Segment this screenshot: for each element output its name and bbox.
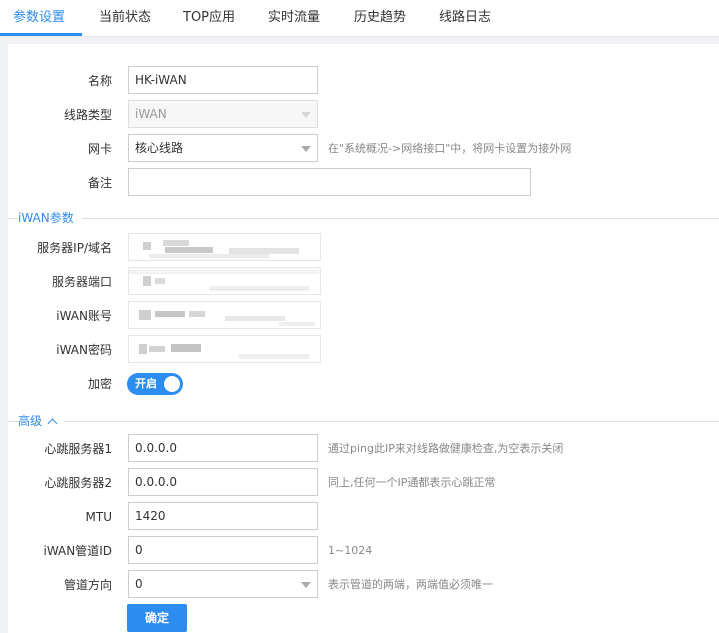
chevron-down-icon	[301, 146, 311, 152]
server-input-masked[interactable]	[128, 233, 321, 261]
name-input[interactable]: HK-iWAN	[128, 66, 318, 94]
nic-value: 核心线路	[135, 141, 184, 155]
direction-value: 0	[135, 577, 143, 591]
tab-line-log[interactable]: 线路日志	[439, 0, 491, 36]
encrypt-toggle-label: 开启	[135, 377, 157, 390]
chevron-down-icon	[301, 112, 311, 118]
password-label: iWAN密码	[56, 343, 112, 357]
heartbeat2-input[interactable]: 0.0.0.0	[128, 468, 318, 496]
tab-bar: 参数设置 当前状态 TOP应用 实时流量 历史趋势 线路日志	[0, 0, 719, 37]
advanced-section-header[interactable]: 高级	[8, 413, 719, 429]
section-divider	[8, 218, 719, 219]
toggle-knob	[164, 376, 180, 392]
iwan-section-header: iWAN参数	[8, 210, 719, 226]
tab-realtime-traffic[interactable]: 实时流量	[268, 0, 320, 36]
line-type-select: iWAN	[128, 100, 318, 128]
server-label: 服务器IP/域名	[37, 241, 112, 255]
password-input-masked[interactable]	[128, 335, 321, 363]
section-divider	[8, 421, 719, 422]
direction-select[interactable]: 0	[128, 570, 318, 598]
heartbeat2-hint: 同上,任何一个IP通都表示心跳正常	[328, 476, 496, 489]
mtu-label: MTU	[85, 510, 112, 524]
tunnel-id-input[interactable]: 0	[128, 536, 318, 564]
port-input-masked[interactable]	[128, 267, 321, 295]
tab-status[interactable]: 当前状态	[99, 0, 151, 36]
encrypt-toggle[interactable]: 开启	[127, 373, 183, 395]
heartbeat1-label: 心跳服务器1	[44, 442, 112, 456]
line-type-value: iWAN	[135, 107, 167, 121]
account-label: iWAN账号	[56, 309, 112, 323]
remark-label: 备注	[87, 176, 112, 190]
tab-top-apps[interactable]: TOP应用	[183, 0, 235, 36]
direction-label: 管道方向	[63, 578, 112, 592]
nic-hint: 在"系统概况->网络接口"中，将网卡设置为接外网	[328, 142, 572, 155]
active-tab-indicator	[0, 33, 82, 36]
advanced-title-text: 高级	[18, 414, 43, 428]
heartbeat1-input[interactable]: 0.0.0.0	[128, 434, 318, 462]
submit-button[interactable]: 确定	[127, 604, 187, 632]
chevron-up-icon	[47, 418, 58, 429]
advanced-section-title[interactable]: 高级	[18, 413, 65, 429]
account-input-masked[interactable]	[128, 301, 321, 329]
iwan-section-title: iWAN参数	[18, 210, 82, 226]
encrypt-label: 加密	[87, 377, 112, 391]
tab-params[interactable]: 参数设置	[13, 0, 65, 36]
nic-select[interactable]: 核心线路	[128, 134, 318, 162]
settings-panel: 名称 HK-iWAN 线路类型 iWAN 网卡 核心线路 在"系统概况->网络接…	[8, 44, 719, 633]
heartbeat1-hint: 通过ping此IP来对线路做健康检查,为空表示关闭	[328, 442, 564, 455]
tab-history-trend[interactable]: 历史趋势	[354, 0, 406, 36]
port-label: 服务器端口	[51, 275, 112, 289]
mtu-input[interactable]: 1420	[128, 502, 318, 530]
name-label: 名称	[87, 74, 112, 88]
direction-hint: 表示管道的两端，两端值必须唯一	[328, 578, 493, 591]
heartbeat2-label: 心跳服务器2	[44, 476, 112, 490]
nic-label: 网卡	[87, 142, 112, 156]
chevron-down-icon	[301, 582, 311, 588]
line-type-label: 线路类型	[63, 108, 112, 122]
tunnel-id-hint: 1~1024	[328, 544, 373, 557]
remark-input[interactable]	[128, 168, 531, 196]
tunnel-id-label: iWAN管道ID	[43, 544, 112, 558]
